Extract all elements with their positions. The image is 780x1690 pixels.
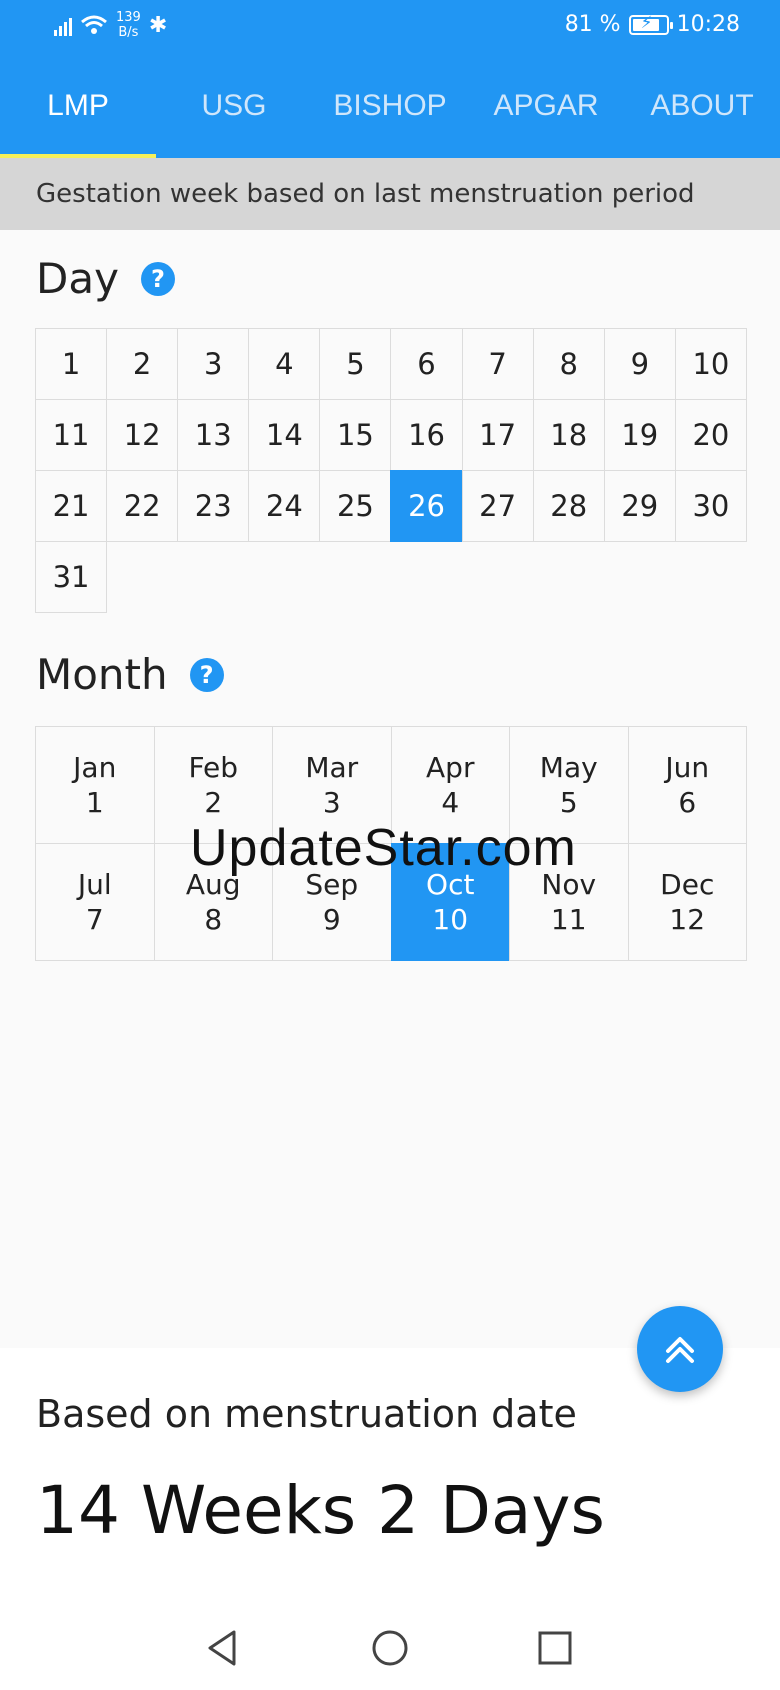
- tab-lmp[interactable]: LMP: [0, 54, 156, 158]
- month-name: Jul: [77, 868, 112, 901]
- day-cell[interactable]: 23: [177, 470, 250, 542]
- day-cell[interactable]: 29: [603, 470, 676, 542]
- speed-value: 139: [116, 10, 141, 25]
- month-name: Feb: [188, 751, 239, 784]
- system-nav-bar: [0, 1608, 780, 1690]
- month-number: 1: [85, 786, 104, 819]
- day-cell[interactable]: 11: [35, 399, 108, 471]
- month-cell[interactable]: Dec 12: [627, 843, 747, 961]
- day-cell[interactable]: 2: [106, 328, 179, 400]
- day-cell[interactable]: 25: [319, 470, 392, 542]
- day-cell[interactable]: 4: [248, 328, 321, 400]
- page-subtitle: Gestation week based on last menstruatio…: [0, 158, 780, 230]
- month-number: 4: [441, 786, 460, 819]
- charging-bolt-icon: ⚡: [640, 12, 653, 33]
- day-cell[interactable]: 17: [461, 399, 534, 471]
- month-cell[interactable]: Jan 1: [35, 726, 155, 844]
- bluetooth-icon: ✱: [148, 12, 168, 38]
- signal-icon: [54, 14, 72, 36]
- tab-about[interactable]: ABOUT: [624, 54, 780, 158]
- day-cell[interactable]: 9: [603, 328, 676, 400]
- battery-icon: ⚡: [628, 12, 673, 35]
- day-cell[interactable]: 18: [532, 399, 605, 471]
- month-number: 12: [669, 903, 706, 936]
- back-icon[interactable]: [204, 1628, 244, 1668]
- month-section-header: Month ?: [36, 650, 224, 699]
- day-cell[interactable]: 7: [461, 328, 534, 400]
- day-cell[interactable]: 13: [177, 399, 250, 471]
- network-speed: 139 B/s: [116, 10, 141, 40]
- month-number: 8: [204, 903, 223, 936]
- battery-percent: 81 %: [564, 12, 621, 37]
- speed-unit: B/s: [118, 25, 139, 40]
- day-cell[interactable]: 22: [106, 470, 179, 542]
- month-title: Month: [36, 650, 168, 699]
- day-section-header: Day ?: [36, 254, 175, 303]
- day-title: Day: [36, 254, 119, 303]
- day-cell[interactable]: 16: [390, 399, 463, 471]
- status-right: 81 % ⚡ 10:28: [565, 12, 740, 37]
- day-cell[interactable]: 19: [603, 399, 676, 471]
- tab-bar: LMP USG BISHOP APGAR ABOUT: [0, 54, 780, 158]
- month-cell[interactable]: Jun 6: [627, 726, 747, 844]
- month-name: Dec: [660, 868, 715, 901]
- tab-bishop[interactable]: BISHOP: [312, 54, 468, 158]
- day-cell[interactable]: 3: [177, 328, 250, 400]
- day-cell[interactable]: 5: [319, 328, 392, 400]
- day-cell[interactable]: 6: [390, 328, 463, 400]
- day-cell[interactable]: 30: [674, 470, 747, 542]
- day-cell[interactable]: 8: [532, 328, 605, 400]
- month-number: 7: [85, 903, 104, 936]
- month-name: Apr: [426, 751, 475, 784]
- day-cell[interactable]: 10: [674, 328, 747, 400]
- result-label: Based on menstruation date: [36, 1392, 577, 1436]
- double-chevron-up-icon: [666, 1337, 694, 1363]
- day-help-icon[interactable]: ?: [140, 261, 175, 296]
- tab-usg[interactable]: USG: [156, 54, 312, 158]
- day-cell[interactable]: 1: [35, 328, 108, 400]
- tab-apgar[interactable]: APGAR: [468, 54, 624, 158]
- day-cell[interactable]: 21: [35, 470, 108, 542]
- month-number: 9: [322, 903, 341, 936]
- day-cell[interactable]: 12: [106, 399, 179, 471]
- day-cell[interactable]: 28: [532, 470, 605, 542]
- day-cell[interactable]: 27: [461, 470, 534, 542]
- day-cell[interactable]: 31: [35, 541, 108, 613]
- status-left: 139 B/s ✱: [54, 10, 167, 40]
- month-help-icon[interactable]: ?: [189, 657, 224, 692]
- month-number: 6: [678, 786, 697, 819]
- wifi-icon: [81, 15, 107, 34]
- day-cell[interactable]: 26: [390, 470, 463, 542]
- day-grid: 1 2 3 4 5 6 7 8 9 10 11 12 13 14 15 16 17 18 19 20 21 22 23 24 2…: [35, 328, 747, 613]
- month-name: Jan: [73, 751, 117, 784]
- month-number: 11: [550, 903, 587, 936]
- month-number: 3: [322, 786, 341, 819]
- month-name: Mar: [305, 751, 359, 784]
- day-cell[interactable]: 15: [319, 399, 392, 471]
- clock: 10:28: [676, 12, 740, 37]
- status-bar: 139 B/s ✱ 81 % ⚡ 10:28: [0, 0, 780, 54]
- result-value: 14 Weeks 2 Days: [36, 1472, 605, 1549]
- day-cell[interactable]: 24: [248, 470, 321, 542]
- month-name: Jun: [665, 751, 710, 784]
- month-number: 2: [204, 786, 223, 819]
- scroll-up-button[interactable]: [637, 1306, 723, 1392]
- watermark: UpdateStar.com: [190, 819, 577, 877]
- day-cell[interactable]: 20: [674, 399, 747, 471]
- month-number: 5: [559, 786, 578, 819]
- month-number: 10: [432, 903, 469, 936]
- recents-icon[interactable]: [535, 1628, 575, 1668]
- month-name: May: [539, 751, 598, 784]
- home-icon[interactable]: [370, 1628, 410, 1668]
- day-cell[interactable]: 14: [248, 399, 321, 471]
- month-cell[interactable]: Jul 7: [35, 843, 155, 961]
